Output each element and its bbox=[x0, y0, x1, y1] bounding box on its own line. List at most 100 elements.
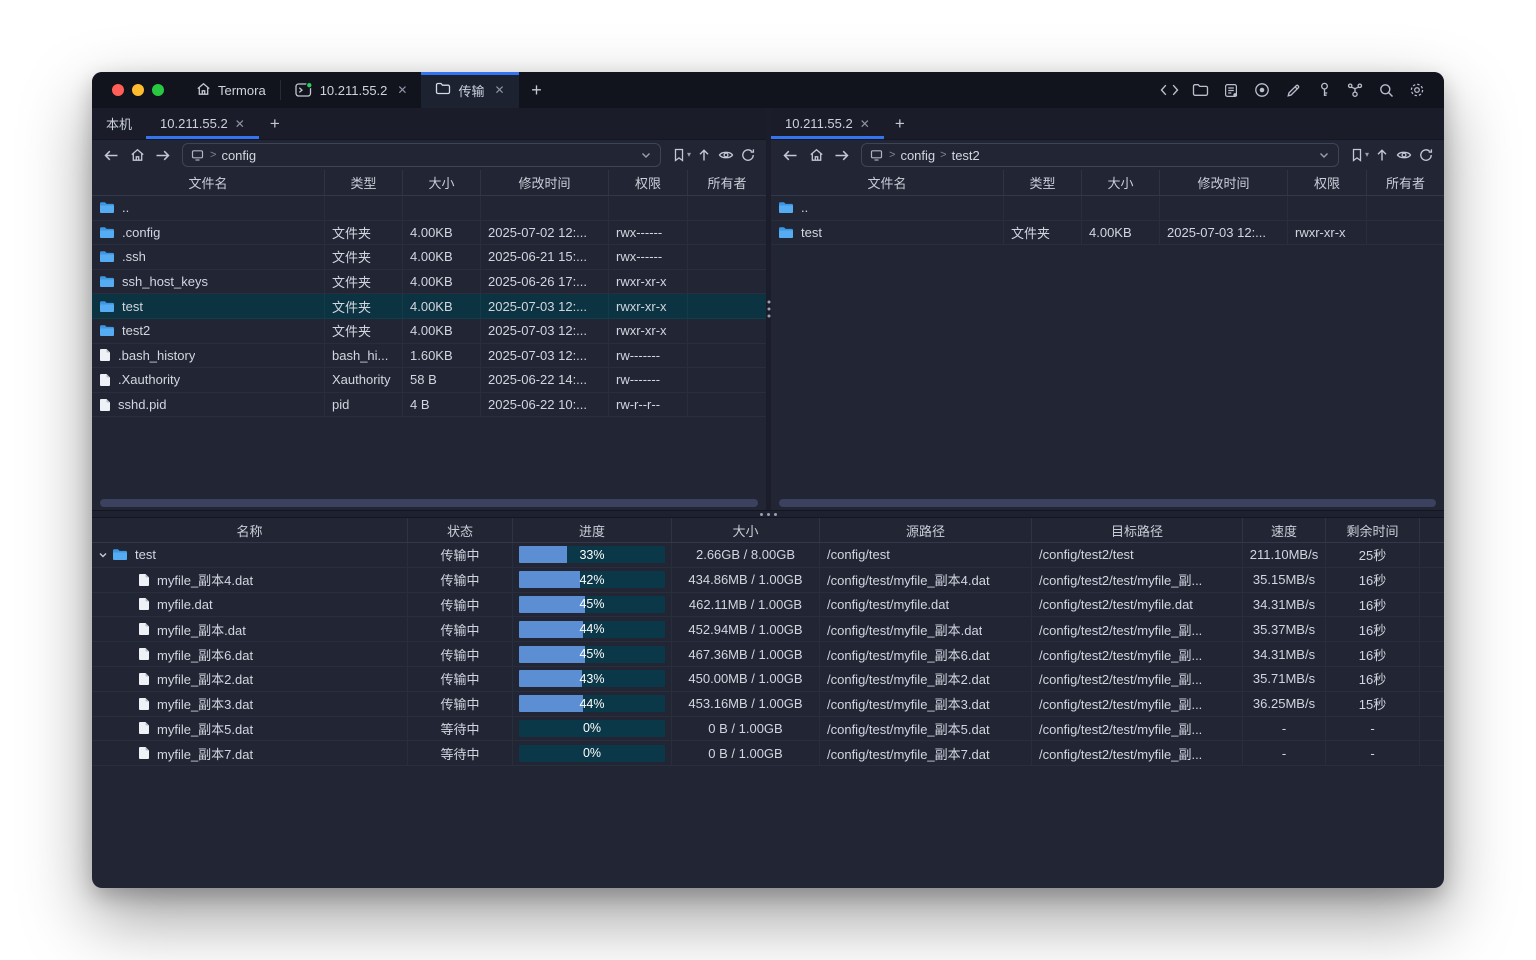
bookmark-caret-icon[interactable]: ▾ bbox=[687, 150, 691, 159]
progress-bar: 0% bbox=[519, 720, 665, 737]
transfer-remaining-cell: 16秒 bbox=[1326, 617, 1420, 641]
chevron-down-icon[interactable] bbox=[1318, 149, 1330, 161]
transfer-row[interactable]: myfile_副本2.dat 传输中 43% 450.00MB / 1.00GB… bbox=[92, 667, 1444, 692]
file-row[interactable]: test 文件夹 4.00KB 2025-07-03 12:... rwxr-x… bbox=[92, 294, 766, 319]
column-header-1[interactable]: 类型 bbox=[1004, 170, 1082, 195]
column-header-0[interactable]: 文件名 bbox=[92, 170, 325, 195]
upload-icon[interactable] bbox=[693, 144, 715, 166]
back-button[interactable] bbox=[778, 144, 802, 166]
column-header-3[interactable]: 修改时间 bbox=[1160, 170, 1288, 195]
file-row[interactable]: sshd.pid pid 4 B 2025-06-22 10:... rw-r-… bbox=[92, 393, 766, 418]
upload-icon[interactable] bbox=[1371, 144, 1393, 166]
vertical-splitter[interactable] bbox=[766, 108, 771, 510]
transfer-name-cell: myfile_副本2.dat bbox=[92, 667, 408, 691]
breadcrumb-segment[interactable]: config bbox=[900, 148, 935, 163]
column-header-1[interactable]: 状态 bbox=[408, 518, 513, 542]
tab-transfer[interactable]: 传输 ✕ bbox=[421, 72, 518, 108]
left-horizontal-scrollbar bbox=[92, 497, 766, 510]
transfer-row[interactable]: myfile.dat 传输中 45% 462.11MB / 1.00GB /co… bbox=[92, 593, 1444, 618]
tab-local[interactable]: 本机 bbox=[92, 108, 146, 139]
transfer-row[interactable]: myfile_副本.dat 传输中 44% 452.94MB / 1.00GB … bbox=[92, 617, 1444, 642]
column-header-3[interactable]: 修改时间 bbox=[481, 170, 609, 195]
close-icon[interactable]: ✕ bbox=[397, 84, 407, 96]
transfer-row[interactable]: myfile_副本6.dat 传输中 45% 467.36MB / 1.00GB… bbox=[92, 642, 1444, 667]
tab-session-10-211-55-2[interactable]: 10.211.55.2 ✕ bbox=[281, 72, 422, 108]
transfer-row[interactable]: myfile_副本4.dat 传输中 42% 434.86MB / 1.00GB… bbox=[92, 568, 1444, 593]
transfer-row[interactable]: myfile_副本3.dat 传输中 44% 453.16MB / 1.00GB… bbox=[92, 692, 1444, 717]
breadcrumb-segment[interactable]: config bbox=[221, 148, 256, 163]
transfer-row[interactable]: myfile_副本7.dat 等待中 0% 0 B / 1.00GB /conf… bbox=[92, 741, 1444, 766]
new-panel-tab-button[interactable]: + bbox=[884, 108, 916, 139]
scrollbar-thumb[interactable] bbox=[779, 499, 1436, 507]
file-row[interactable]: test 文件夹 4.00KB 2025-07-03 12:... rwxr-x… bbox=[771, 221, 1444, 246]
chevron-down-icon[interactable] bbox=[640, 149, 652, 161]
home-button[interactable] bbox=[125, 144, 149, 166]
new-tab-button[interactable]: + bbox=[519, 72, 555, 108]
file-row[interactable]: .. bbox=[771, 196, 1444, 221]
key-icon[interactable] bbox=[1311, 77, 1337, 103]
show-hidden-icon[interactable] bbox=[715, 144, 737, 166]
new-panel-tab-button[interactable]: + bbox=[259, 108, 291, 139]
edit-icon[interactable] bbox=[1280, 77, 1306, 103]
forward-button[interactable] bbox=[151, 144, 175, 166]
folder-icon[interactable] bbox=[1187, 77, 1213, 103]
code-icon[interactable] bbox=[1156, 77, 1182, 103]
tab-termora-home[interactable]: Termora bbox=[182, 72, 280, 108]
path-breadcrumb[interactable]: >config bbox=[182, 143, 661, 167]
column-header-2[interactable]: 大小 bbox=[403, 170, 481, 195]
transfer-row[interactable]: myfile_副本5.dat 等待中 0% 0 B / 1.00GB /conf… bbox=[92, 717, 1444, 742]
show-hidden-icon[interactable] bbox=[1393, 144, 1415, 166]
refresh-icon[interactable] bbox=[1415, 144, 1437, 166]
column-header-4[interactable]: 权限 bbox=[609, 170, 688, 195]
column-header-5[interactable]: 所有者 bbox=[1367, 170, 1444, 195]
horizontal-splitter[interactable] bbox=[92, 510, 1444, 518]
file-row[interactable]: .. bbox=[92, 196, 766, 221]
column-header-5[interactable]: 所有者 bbox=[688, 170, 766, 195]
column-header-2[interactable]: 大小 bbox=[1082, 170, 1160, 195]
transfer-size-cell: 452.94MB / 1.00GB bbox=[672, 617, 820, 641]
close-icon[interactable]: ✕ bbox=[235, 118, 245, 130]
column-header-0[interactable]: 文件名 bbox=[771, 170, 1004, 195]
transfer-row[interactable]: test 传输中 33% 2.66GB / 8.00GB /config/tes… bbox=[92, 543, 1444, 568]
column-header-6[interactable]: 速度 bbox=[1243, 518, 1326, 542]
file-row[interactable]: ssh_host_keys 文件夹 4.00KB 2025-06-26 17:.… bbox=[92, 270, 766, 295]
transfer-filler-cell bbox=[1420, 692, 1444, 716]
column-header-4[interactable]: 源路径 bbox=[820, 518, 1032, 542]
back-button[interactable] bbox=[99, 144, 123, 166]
column-header-3[interactable]: 大小 bbox=[672, 518, 820, 542]
minimize-window-button[interactable] bbox=[132, 84, 144, 96]
column-header-1[interactable]: 类型 bbox=[325, 170, 403, 195]
tab-remote-10-211-55-2[interactable]: 10.211.55.2 ✕ bbox=[146, 108, 259, 139]
transfer-table-header: 名称状态进度大小源路径目标路径速度剩余时间 bbox=[92, 518, 1444, 543]
settings-icon[interactable] bbox=[1404, 77, 1430, 103]
zoom-window-button[interactable] bbox=[152, 84, 164, 96]
close-icon[interactable]: ✕ bbox=[860, 118, 870, 130]
bookmark-caret-icon[interactable]: ▾ bbox=[1365, 150, 1369, 159]
scrollbar-thumb[interactable] bbox=[100, 499, 758, 507]
file-row[interactable]: .ssh 文件夹 4.00KB 2025-06-21 15:... rwx---… bbox=[92, 245, 766, 270]
column-header-5[interactable]: 目标路径 bbox=[1032, 518, 1243, 542]
refresh-icon[interactable] bbox=[737, 144, 759, 166]
folder-icon bbox=[112, 548, 128, 561]
home-button[interactable] bbox=[804, 144, 828, 166]
keychain-icon[interactable] bbox=[1342, 77, 1368, 103]
close-icon[interactable]: ✕ bbox=[494, 84, 504, 96]
record-icon[interactable] bbox=[1249, 77, 1275, 103]
breadcrumb-segment[interactable]: test2 bbox=[952, 148, 980, 163]
log-icon[interactable] bbox=[1218, 77, 1244, 103]
path-breadcrumb[interactable]: >config>test2 bbox=[861, 143, 1339, 167]
file-row[interactable]: .config 文件夹 4.00KB 2025-07-02 12:... rwx… bbox=[92, 221, 766, 246]
file-row[interactable]: .Xauthority Xauthority 58 B 2025-06-22 1… bbox=[92, 368, 766, 393]
file-type-cell: bash_hi... bbox=[325, 344, 403, 368]
column-header-0[interactable]: 名称 bbox=[92, 518, 408, 542]
column-header-2[interactable]: 进度 bbox=[513, 518, 672, 542]
forward-button[interactable] bbox=[830, 144, 854, 166]
column-header-4[interactable]: 权限 bbox=[1288, 170, 1367, 195]
column-header-7[interactable]: 剩余时间 bbox=[1326, 518, 1420, 542]
tab-remote-10-211-55-2[interactable]: 10.211.55.2 ✕ bbox=[771, 108, 884, 139]
file-row[interactable]: test2 文件夹 4.00KB 2025-07-03 12:... rwxr-… bbox=[92, 319, 766, 344]
expand-caret-icon[interactable] bbox=[96, 550, 110, 560]
close-window-button[interactable] bbox=[112, 84, 124, 96]
search-icon[interactable] bbox=[1373, 77, 1399, 103]
file-row[interactable]: .bash_history bash_hi... 1.60KB 2025-07-… bbox=[92, 344, 766, 369]
